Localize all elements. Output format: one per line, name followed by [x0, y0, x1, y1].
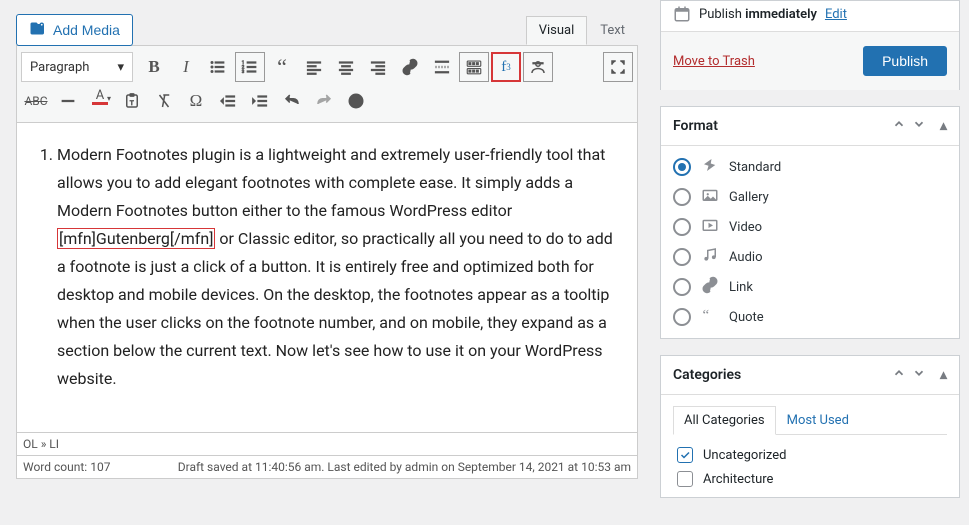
- italic-button[interactable]: I: [171, 52, 201, 82]
- save-info: Draft saved at 11:40:56 am. Last edited …: [178, 460, 631, 474]
- footnote-button[interactable]: f3: [491, 52, 521, 82]
- checkbox-icon: [677, 471, 693, 487]
- indent-button[interactable]: [245, 86, 275, 116]
- format-panel: Format ▴ Standard Gallery Video Audio Link “ Q…: [660, 106, 960, 339]
- radio-icon: [673, 248, 691, 266]
- strikethrough-button[interactable]: ABC: [21, 86, 51, 116]
- help-button[interactable]: [341, 86, 371, 116]
- tab-most-used[interactable]: Most Used: [776, 406, 860, 435]
- tab-all-categories[interactable]: All Categories: [673, 406, 776, 435]
- word-count: Word count: 107: [23, 460, 110, 474]
- publish-edit-link[interactable]: Edit: [825, 7, 847, 22]
- chevron-down-icon: ▾: [117, 60, 124, 75]
- panel-move-down-icon[interactable]: [912, 366, 926, 384]
- category-label: Uncategorized: [703, 448, 786, 463]
- blockquote-button[interactable]: “: [267, 52, 297, 82]
- format-label: Link: [729, 280, 753, 295]
- editor-toolbar: Paragraph ▾ B I 123 “ f3 ABC A▾ T: [16, 45, 638, 123]
- media-icon: [29, 21, 47, 39]
- format-option-audio[interactable]: Audio: [673, 246, 947, 268]
- text-color-button[interactable]: A▾: [85, 86, 115, 116]
- tab-text[interactable]: Text: [587, 16, 638, 45]
- panel-toggle-icon[interactable]: ▴: [940, 118, 947, 134]
- content-after: or Classic editor, so practically all yo…: [57, 229, 613, 388]
- category-architecture[interactable]: Architecture: [677, 471, 947, 487]
- categories-panel: Categories ▴ All Categories Most Used Un…: [660, 355, 960, 498]
- format-label: Video: [729, 220, 762, 235]
- audio-icon: [701, 246, 719, 268]
- element-path[interactable]: OL » LI: [16, 433, 638, 456]
- content-before: Modern Footnotes plugin is a lightweight…: [57, 145, 605, 220]
- numbered-list-button[interactable]: 123: [235, 52, 265, 82]
- align-right-button[interactable]: [363, 52, 393, 82]
- format-option-link[interactable]: Link: [673, 276, 947, 298]
- calendar-icon: [673, 5, 691, 23]
- format-option-gallery[interactable]: Gallery: [673, 186, 947, 208]
- distraction-free-button[interactable]: [523, 52, 553, 82]
- move-to-trash-link[interactable]: Move to Trash: [673, 54, 755, 69]
- undo-button[interactable]: [277, 86, 307, 116]
- radio-icon: [673, 308, 691, 326]
- svg-text:“: “: [703, 308, 710, 324]
- format-panel-title: Format: [673, 118, 718, 134]
- align-left-button[interactable]: [299, 52, 329, 82]
- panel-toggle-icon[interactable]: ▴: [940, 367, 947, 383]
- format-label: Audio: [729, 250, 762, 265]
- category-uncategorized[interactable]: Uncategorized: [677, 447, 947, 463]
- editor-status-bar: Word count: 107 Draft saved at 11:40:56 …: [16, 456, 638, 479]
- editor-content[interactable]: Modern Footnotes plugin is a lightweight…: [16, 123, 638, 433]
- fullscreen-button[interactable]: [603, 52, 633, 82]
- checkbox-icon: [677, 447, 693, 463]
- gallery-icon: [701, 186, 719, 208]
- publish-panel: Publish immediately Edit Move to Trash P…: [660, 0, 960, 90]
- special-char-button[interactable]: Ω: [181, 86, 211, 116]
- panel-move-down-icon[interactable]: [912, 117, 926, 135]
- link-icon: [701, 276, 719, 298]
- add-media-label: Add Media: [53, 22, 120, 38]
- radio-icon: [673, 188, 691, 206]
- tab-visual[interactable]: Visual: [526, 16, 588, 45]
- panel-move-up-icon[interactable]: [892, 117, 906, 135]
- radio-icon: [673, 278, 691, 296]
- format-option-video[interactable]: Video: [673, 216, 947, 238]
- content-shortcode-highlight: [mfn]Gutenberg[/mfn]: [57, 228, 215, 249]
- clear-formatting-button[interactable]: [149, 86, 179, 116]
- panel-move-up-icon[interactable]: [892, 366, 906, 384]
- add-media-button[interactable]: Add Media: [16, 14, 133, 46]
- radio-icon: [673, 158, 691, 176]
- paragraph-select[interactable]: Paragraph ▾: [21, 52, 133, 82]
- list-item[interactable]: Modern Footnotes plugin is a lightweight…: [57, 141, 623, 393]
- bullet-list-button[interactable]: [203, 52, 233, 82]
- horizontal-rule-button[interactable]: [53, 86, 83, 116]
- footnote-sup: 3: [506, 62, 511, 72]
- format-label: Quote: [729, 310, 764, 325]
- paragraph-select-label: Paragraph: [30, 60, 89, 75]
- format-label: Standard: [729, 160, 781, 175]
- toolbar-toggle-button[interactable]: [459, 52, 489, 82]
- outdent-button[interactable]: [213, 86, 243, 116]
- read-more-button[interactable]: [427, 52, 457, 82]
- svg-text:T: T: [130, 99, 134, 107]
- publish-schedule-text: Publish immediately: [699, 7, 817, 22]
- link-button[interactable]: [395, 52, 425, 82]
- radio-icon: [673, 218, 691, 236]
- format-label: Gallery: [729, 190, 769, 205]
- paste-text-button[interactable]: T: [117, 86, 147, 116]
- format-option-standard[interactable]: Standard: [673, 156, 947, 178]
- quote-icon: “: [701, 306, 719, 328]
- editor-mode-tabs: Visual Text: [526, 16, 638, 45]
- svg-text:3: 3: [242, 69, 245, 75]
- align-center-button[interactable]: [331, 52, 361, 82]
- publish-button[interactable]: Publish: [863, 46, 947, 76]
- standard-icon: [701, 156, 719, 178]
- redo-button[interactable]: [309, 86, 339, 116]
- bold-button[interactable]: B: [139, 52, 169, 82]
- category-label: Architecture: [703, 472, 773, 487]
- categories-panel-title: Categories: [673, 367, 741, 383]
- video-icon: [701, 216, 719, 238]
- format-option-quote[interactable]: “ Quote: [673, 306, 947, 328]
